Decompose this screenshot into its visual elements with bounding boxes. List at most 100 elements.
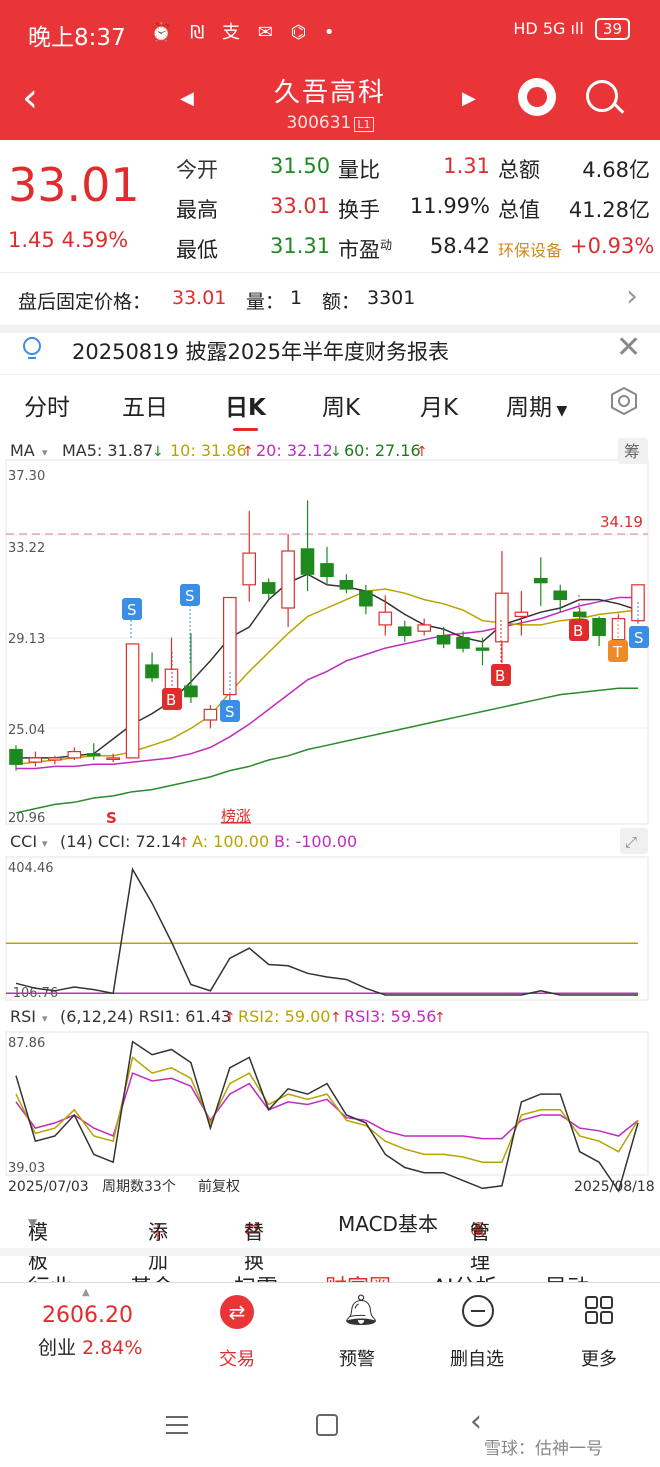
candle[interactable] [67,751,82,759]
kline-chart[interactable]: MA ▾ MA5: 31.87 ↓ 10: 31.86 ↑ 20: 32.12 … [0,430,660,1210]
candle[interactable] [572,611,587,617]
search-icon[interactable] [586,80,618,112]
chevron-right-icon[interactable]: › [626,279,638,314]
ma60-line [15,687,638,814]
settings-icon[interactable] [609,386,639,416]
tab-monthly-k[interactable]: 月K [420,388,458,422]
last-price: 33.01 [8,158,140,212]
candle[interactable] [495,592,509,643]
close-icon[interactable]: ✕ [616,330,641,365]
candle[interactable] [48,757,62,761]
label-vol-ratio: 量比 [338,158,380,182]
rsi-label[interactable]: RSI [10,1007,36,1026]
candle[interactable] [339,580,354,590]
rsi3-arrow-icon: ↑ [434,1010,446,1026]
rank-rise-label[interactable]: 榜涨 [221,807,251,825]
trade-button[interactable]: 交易 [192,1345,282,1371]
home-icon[interactable] [316,1414,338,1436]
candle[interactable] [553,590,567,601]
cci-label[interactable]: CCI [10,832,37,851]
index-info[interactable]: 创业 2.84% [38,1333,142,1360]
candle[interactable] [514,611,529,617]
stock-name: 久吾高科 [273,78,386,108]
industry-name[interactable]: 环保设备 [498,237,562,261]
price-tick: 25.04 [8,723,45,738]
value-open: 31.50 [270,154,331,178]
rsi1-line [15,1040,639,1193]
tab-period[interactable]: 周期 ▼ [506,388,567,422]
date-end: 2025/08/18 [574,1179,655,1195]
industry-change: +0.93% [570,234,655,258]
ma10-legend: 10: 31.86 [170,441,247,460]
rsi3-value: RSI3: 59.56 [344,1007,436,1026]
cci-dropdown-icon[interactable]: ▾ [42,837,48,850]
candle[interactable] [242,552,256,586]
candle[interactable] [320,563,334,577]
more-icon[interactable] [584,1295,614,1325]
candle[interactable] [436,634,451,645]
candle[interactable] [184,685,198,698]
candle[interactable] [106,757,120,760]
cci-b: B: -100.00 [274,832,357,851]
candle[interactable] [9,748,23,765]
menu-icon[interactable] [166,1416,188,1434]
label-high: 最高 [176,198,218,222]
period-count: 周期数33个 [102,1179,176,1195]
more-button[interactable]: 更多 [554,1345,644,1371]
price-panel-frame [5,459,649,825]
cci-a: A: 100.00 [192,832,269,851]
resistance-label: 34.19 [600,513,643,531]
price-tick: 37.30 [8,469,45,484]
ma60-arrow-icon: ↑ [416,444,428,460]
bell-icon[interactable]: 🔔︎ [342,1293,380,1328]
adjust-mode[interactable]: 前复权 [198,1178,240,1195]
rsi1-arrow-icon: ↑ [224,1010,236,1026]
candle[interactable] [261,582,276,594]
tab-five-day[interactable]: 五日 [122,388,168,422]
remove-watchlist-button[interactable]: 删自选 [432,1345,522,1371]
cci-line [15,867,638,996]
candle[interactable] [145,664,159,679]
candle[interactable] [397,626,412,636]
after-hours-vol-label: 量： [246,291,285,313]
stock-code-text: 300631 [286,113,352,133]
candle[interactable] [417,624,431,632]
remove-watchlist-icon[interactable] [462,1295,494,1327]
candle[interactable] [28,757,43,763]
mascot-icon[interactable] [518,78,556,116]
tab-intraday[interactable]: 分时 [24,388,70,422]
candle[interactable] [86,753,101,757]
candle[interactable] [378,611,393,626]
next-stock-icon[interactable]: ▶ [462,88,476,109]
index-pct: 2.84% [82,1337,143,1359]
period-tabs: 分时 五日 日K 周K 月K 周期 ▼ [0,380,660,431]
ma-dropdown-icon[interactable]: ▾ [42,446,48,459]
candle[interactable] [475,647,490,651]
candle[interactable] [300,548,315,575]
quote-row-1: 今开 [176,154,218,184]
back-nav-icon[interactable]: ‹ [470,1404,482,1439]
index-value[interactable]: 2606.20 [42,1303,133,1328]
notice-bar[interactable]: 20250819 披露2025年半年度财务报表 ✕ [0,330,660,375]
candle[interactable] [203,708,218,721]
macd-button[interactable]: MACD基本 [338,1208,438,1237]
candle[interactable] [533,577,548,584]
candle[interactable] [281,550,295,609]
label-turnover: 换手 [338,198,380,222]
sell-marker-label: S [185,587,195,605]
index-name: 创业 [38,1337,77,1359]
candle[interactable] [456,637,470,649]
trade-icon[interactable]: ⇄ [220,1295,254,1329]
candle[interactable] [592,618,606,637]
tab-weekly-k[interactable]: 周K [322,388,360,422]
tab-daily-k[interactable]: 日K [225,388,266,431]
rsi-dropdown-icon[interactable]: ▾ [42,1012,48,1025]
after-hours-bar[interactable]: 盘后固定价格： 33.01 量： 1 额： 3301 › [0,272,660,333]
candle[interactable] [359,590,373,607]
alert-button[interactable]: 预警 [312,1345,402,1371]
s-event-label: S [106,809,117,827]
candle[interactable] [125,643,140,759]
ma-label[interactable]: MA [10,441,35,460]
rsi-panel-frame [5,1031,649,1176]
system-nav-bar: ‹ 雪球：估神一号 [0,1390,660,1467]
